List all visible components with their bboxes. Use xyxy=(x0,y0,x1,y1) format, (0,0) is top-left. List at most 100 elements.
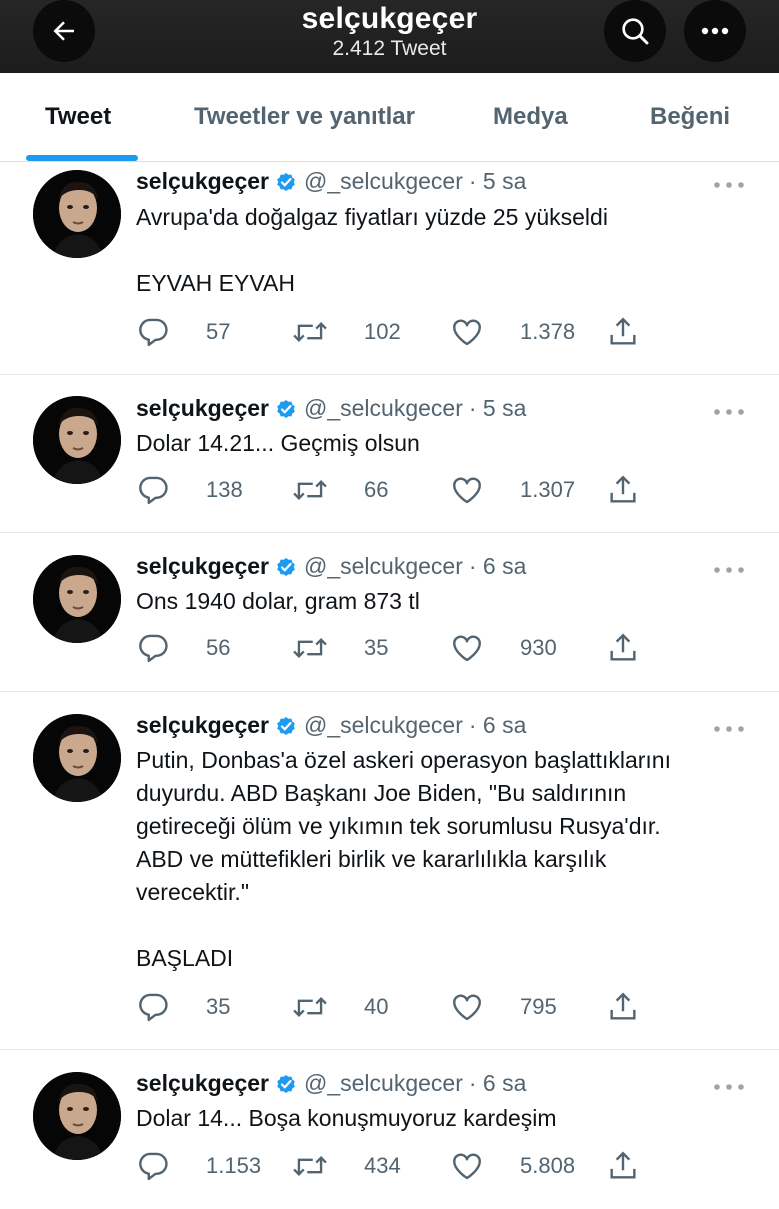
reply-icon xyxy=(136,473,188,507)
more-icon xyxy=(701,27,729,35)
tweet-text: Putin, Donbas'a özel askeri operasyon ba… xyxy=(136,747,671,971)
like-button[interactable]: 5.808 xyxy=(450,1149,575,1183)
profile-header: selçukgeçer 2.412 Tweet xyxy=(0,0,779,73)
tweet-time: · 6 sa xyxy=(468,1070,527,1096)
share-button[interactable] xyxy=(606,473,676,507)
tweet[interactable]: selçukgeçer @_selcukgecer · 5 sa Avrupa'… xyxy=(0,162,779,375)
like-button[interactable]: 1.378 xyxy=(450,315,575,349)
tweet-header: selçukgeçer @_selcukgecer · 6 sa xyxy=(136,553,526,580)
like-button[interactable]: 1.307 xyxy=(450,473,575,507)
heart-icon xyxy=(450,990,502,1024)
author-name[interactable]: selçukgeçer xyxy=(136,553,269,580)
tweet-more-icon[interactable] xyxy=(712,562,746,573)
author-handle[interactable]: @_selcukgecer xyxy=(304,712,463,739)
like-count: 5.808 xyxy=(520,1153,576,1178)
share-button[interactable] xyxy=(606,990,676,1024)
reply-button[interactable]: 1.153 xyxy=(136,1149,261,1183)
retweet-button[interactable]: 102 xyxy=(292,315,401,349)
retweet-icon xyxy=(292,631,346,665)
tweet-actions: 57 102 1.378 xyxy=(136,315,756,349)
share-button[interactable] xyxy=(606,315,676,349)
retweet-count: 40 xyxy=(364,994,389,1019)
author-name[interactable]: selçukgeçer xyxy=(136,1070,269,1097)
tweet[interactable]: selçukgeçer @_selcukgecer · 5 sa Dolar 1… xyxy=(0,375,779,533)
reply-count: 57 xyxy=(206,319,231,344)
avatar[interactable] xyxy=(33,714,121,802)
tweet-actions: 56 35 930 xyxy=(136,631,756,665)
more-button[interactable] xyxy=(684,0,746,62)
tweet-header: selçukgeçer @_selcukgecer · 6 sa xyxy=(136,1070,526,1097)
tab-media[interactable]: Medya xyxy=(493,103,568,131)
tweet-text: Ons 1940 dolar, gram 873 tl xyxy=(136,588,420,614)
tweet-text: Dolar 14.21... Geçmiş olsun xyxy=(136,430,420,456)
tweet[interactable]: selçukgeçer @_selcukgecer · 6 sa Putin, … xyxy=(0,692,779,1050)
share-button[interactable] xyxy=(606,631,676,665)
tweet-more-icon[interactable] xyxy=(712,721,746,732)
verified-badge-icon xyxy=(274,714,298,738)
tab-likes[interactable]: Beğeni xyxy=(650,103,730,131)
reply-count: 56 xyxy=(206,635,231,660)
tweet-more-icon[interactable] xyxy=(712,404,746,415)
tweet-header: selçukgeçer @_selcukgecer · 5 sa xyxy=(136,168,526,195)
tweet-text: Dolar 14... Boşa konuşmuyoruz kardeşim xyxy=(136,1105,557,1131)
tweet-more-icon[interactable] xyxy=(712,1079,746,1090)
avatar[interactable] xyxy=(33,555,121,643)
tweet-more-icon[interactable] xyxy=(712,177,746,188)
author-name[interactable]: selçukgeçer xyxy=(136,395,269,422)
author-handle[interactable]: @_selcukgecer xyxy=(304,553,463,580)
retweet-button[interactable]: 434 xyxy=(292,1149,401,1183)
like-count: 795 xyxy=(520,994,557,1019)
reply-count: 35 xyxy=(206,994,231,1019)
author-name[interactable]: selçukgeçer xyxy=(136,168,269,195)
avatar[interactable] xyxy=(33,170,121,258)
share-icon xyxy=(606,473,658,507)
avatar[interactable] xyxy=(33,1072,121,1160)
tweet-time: · 5 sa xyxy=(468,168,527,194)
like-button[interactable]: 795 xyxy=(450,990,557,1024)
retweet-count: 35 xyxy=(364,635,389,660)
search-button[interactable] xyxy=(604,0,666,62)
tweet[interactable]: selçukgeçer @_selcukgecer · 6 sa Ons 194… xyxy=(0,533,779,692)
share-icon xyxy=(606,315,658,349)
reply-count: 1.153 xyxy=(206,1153,262,1178)
like-count: 1.307 xyxy=(520,477,576,502)
retweet-icon xyxy=(292,473,346,507)
retweet-icon xyxy=(292,990,346,1024)
like-count: 1.378 xyxy=(520,319,576,344)
retweet-icon xyxy=(292,315,346,349)
author-handle[interactable]: @_selcukgecer xyxy=(304,395,463,422)
tweet-actions: 35 40 795 xyxy=(136,990,756,1024)
reply-icon xyxy=(136,631,188,665)
like-button[interactable]: 930 xyxy=(450,631,557,665)
like-count: 930 xyxy=(520,635,557,660)
share-button[interactable] xyxy=(606,1149,676,1183)
heart-icon xyxy=(450,473,502,507)
tab-tweets-and-replies[interactable]: Tweetler ve yanıtlar xyxy=(194,103,415,131)
heart-icon xyxy=(450,631,502,665)
author-name[interactable]: selçukgeçer xyxy=(136,712,269,739)
tweet-time: · 5 sa xyxy=(468,395,527,421)
verified-badge-icon xyxy=(274,1072,298,1096)
heart-icon xyxy=(450,1149,502,1183)
heart-icon xyxy=(450,315,502,349)
share-icon xyxy=(606,990,658,1024)
retweet-button[interactable]: 66 xyxy=(292,473,388,507)
author-handle[interactable]: @_selcukgecer xyxy=(304,1070,463,1097)
tweet-header: selçukgeçer @_selcukgecer · 5 sa xyxy=(136,395,526,422)
retweet-button[interactable]: 35 xyxy=(292,631,388,665)
share-icon xyxy=(606,1149,658,1183)
verified-badge-icon xyxy=(274,170,298,194)
author-handle[interactable]: @_selcukgecer xyxy=(304,168,463,195)
reply-button[interactable]: 138 xyxy=(136,473,243,507)
reply-button[interactable]: 35 xyxy=(136,990,230,1024)
tweet[interactable]: selçukgeçer @_selcukgecer · 6 sa Dolar 1… xyxy=(0,1050,779,1209)
reply-button[interactable]: 56 xyxy=(136,631,230,665)
tab-tweet[interactable]: Tweet xyxy=(45,103,111,131)
reply-icon xyxy=(136,315,188,349)
retweet-button[interactable]: 40 xyxy=(292,990,388,1024)
search-icon xyxy=(622,18,649,45)
avatar[interactable] xyxy=(33,396,121,484)
reply-icon xyxy=(136,1149,188,1183)
reply-button[interactable]: 57 xyxy=(136,315,230,349)
tweet-time: · 6 sa xyxy=(468,553,527,579)
